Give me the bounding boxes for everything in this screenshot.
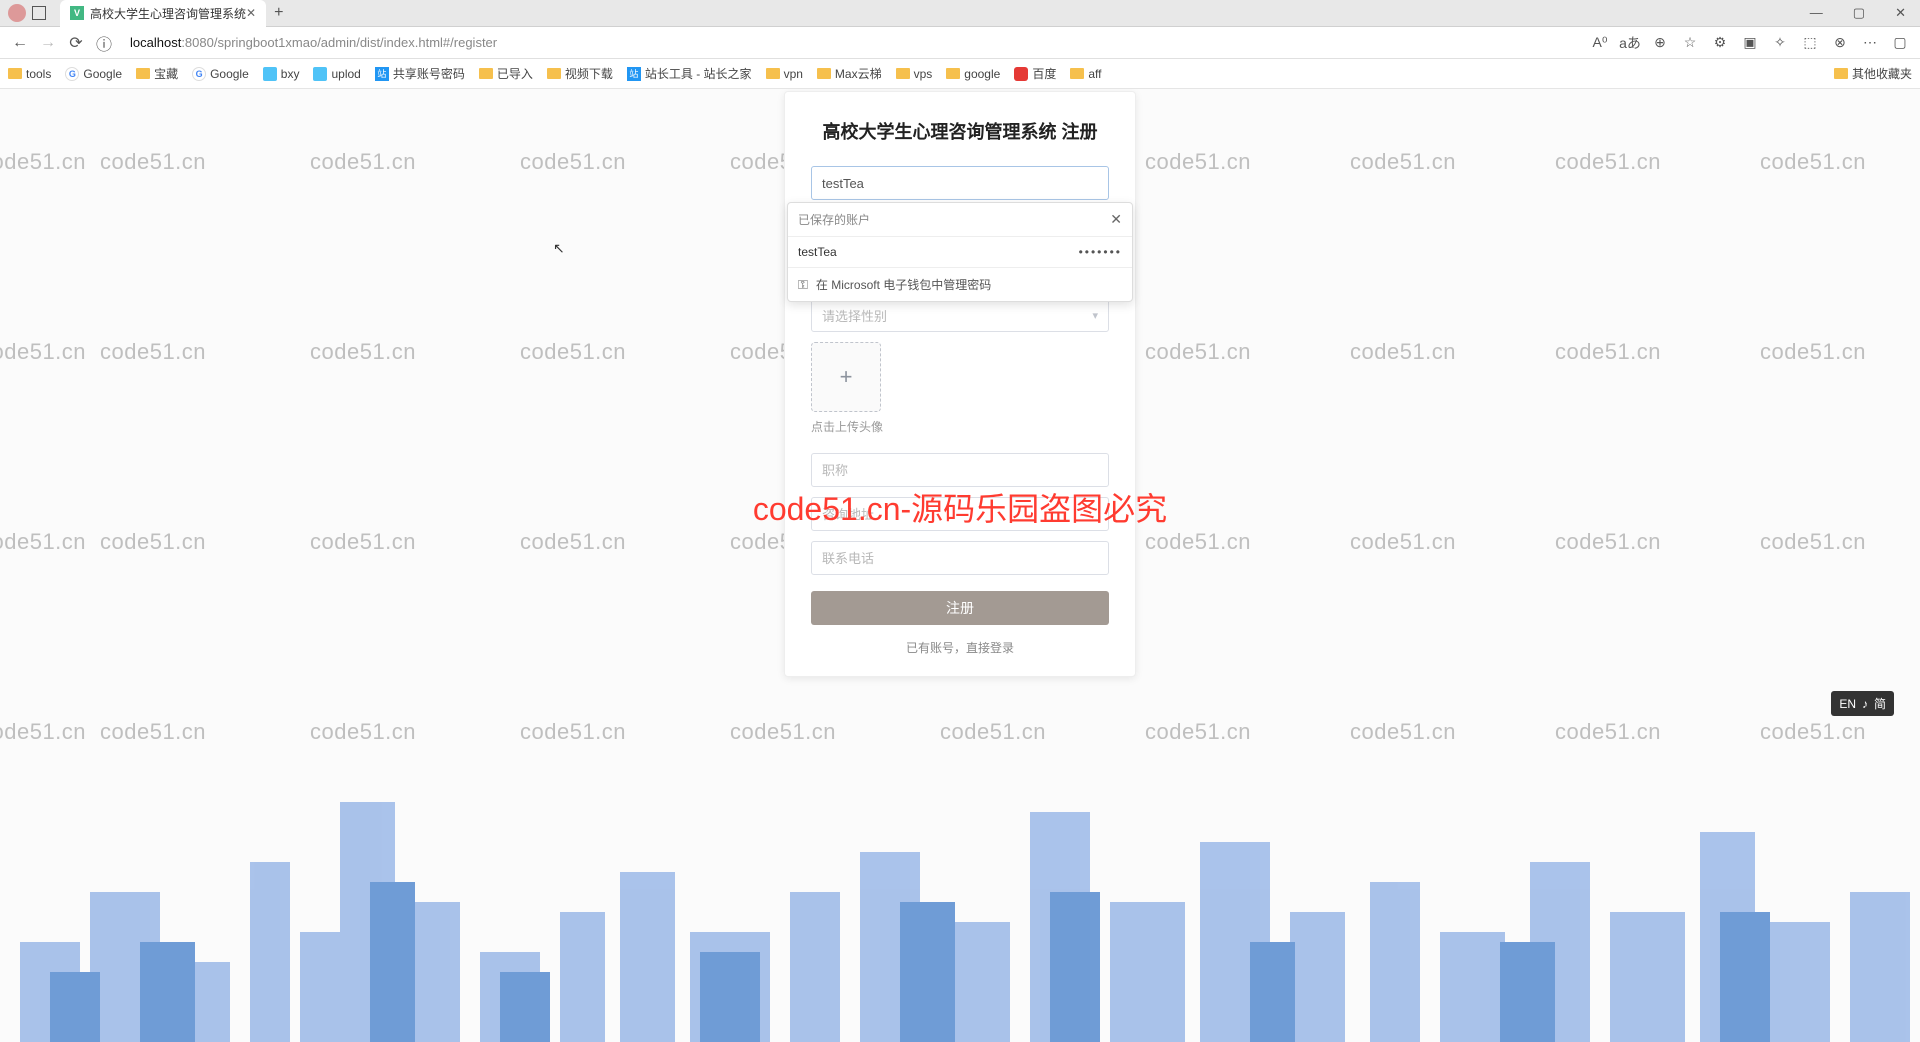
upload-hint: 点击上传头像 [811,418,1109,435]
bookmark-item[interactable]: 站站长工具 - 站长之家 [627,65,752,82]
bookmarks-overflow[interactable]: 其他收藏夹 [1834,65,1912,82]
extensions-icon[interactable]: ⚙ [1708,31,1732,55]
titlebar: V 高校大学生心理咨询管理系统 ✕ + — ▢ ✕ [0,0,1920,27]
browser-tab[interactable]: V 高校大学生心理咨询管理系统 ✕ [60,0,266,27]
jt-icon: 站 [375,67,389,81]
forward-button[interactable]: → [36,31,60,55]
folder-icon [547,68,561,79]
autofill-header: 已保存的账户 [798,211,870,228]
page-content: code51.cncode51.cncode51.cncode51.cncode… [0,89,1920,1042]
folder-icon [1834,68,1848,79]
bookmark-item[interactable]: 百度 [1014,65,1056,82]
folder-icon [1070,68,1084,79]
gender-select[interactable]: 请选择性别 ▾ [811,298,1109,332]
folder-icon [136,68,150,79]
collections-icon[interactable]: ▣ [1738,31,1762,55]
bookmarks-bar: tools GGoogle 宝藏 GGoogle bxy uplod 站共享账号密码已导入视… [0,59,1920,89]
bookmark-item[interactable]: google [946,67,1000,81]
tab-title: 高校大学生心理咨询管理系统 [90,5,246,22]
address-input[interactable] [811,497,1109,531]
bxy-icon [313,67,327,81]
url-display[interactable]: localhost:8080/springboot1xmao/admin/dis… [130,35,497,50]
vue-favicon-icon: V [70,6,84,20]
reading-list-icon[interactable]: ⬚ [1798,31,1822,55]
folder-icon [817,68,831,79]
folder-icon [946,68,960,79]
bookmark-item[interactable]: 站共享账号密码 [375,65,465,82]
avatar-upload[interactable]: + [811,342,881,412]
bookmark-item[interactable]: GGoogle [192,67,249,81]
bookmark-item[interactable]: GGoogle [65,67,122,81]
chevron-down-icon: ▾ [1092,309,1098,322]
username-input[interactable] [811,166,1109,200]
bookmark-item[interactable]: 视频下载 [547,65,613,82]
window-close-button[interactable]: ✕ [1889,3,1912,23]
folder-icon [8,68,22,79]
plus-icon: + [840,364,853,390]
favorites-bar-icon[interactable]: ✧ [1768,31,1792,55]
favorite-icon[interactable]: ☆ [1678,31,1702,55]
bookmark-item[interactable]: Max云梯 [817,65,882,82]
refresh-button[interactable]: ⟳ [64,31,88,55]
bookmark-item[interactable]: tools [8,67,51,81]
window-maximize-button[interactable]: ▢ [1847,3,1871,23]
close-tab-icon[interactable]: ✕ [246,6,256,20]
card-title: 高校大学生心理咨询管理系统 注册 [811,118,1109,144]
bookmark-item[interactable]: 宝藏 [136,65,178,82]
profile-avatar-icon[interactable] [8,4,26,22]
login-link[interactable]: 已有账号，直接登录 [811,639,1109,656]
city-skyline-graphic [0,742,1920,1042]
translate-icon[interactable]: aあ [1618,31,1642,55]
ime-indicator[interactable]: EN ♪ 简 [1831,691,1894,716]
site-info-icon[interactable]: ⓘ [92,31,116,55]
bookmark-item[interactable]: aff [1070,67,1101,81]
workspace-icon[interactable] [32,6,46,20]
bxy-icon [263,67,277,81]
address-bar: ← → ⟳ ⓘ localhost:8080/springboot1xmao/a… [0,27,1920,59]
zoom-icon[interactable]: ⊕ [1648,31,1672,55]
performance-icon[interactable]: ⊗ [1828,31,1852,55]
google-icon: G [192,67,206,81]
folder-icon [896,68,910,79]
autofill-credential-item[interactable]: testTea ••••••• [788,237,1132,267]
bookmark-item[interactable]: vps [896,67,933,81]
cursor-icon: ↖ [553,240,565,257]
bear-icon [1014,67,1028,81]
window-minimize-button[interactable]: — [1804,3,1829,23]
menu-icon[interactable]: ⋯ [1858,31,1882,55]
bookmark-item[interactable]: 已导入 [479,65,533,82]
back-button[interactable]: ← [8,31,32,55]
phone-input[interactable] [811,541,1109,575]
bookmark-item[interactable]: vpn [766,67,803,81]
autofill-popup: 已保存的账户 ✕ testTea ••••••• ⚿ 在 Microsoft 电… [787,202,1133,302]
jt-icon: 站 [627,67,641,81]
text-size-icon[interactable]: A⁰ [1588,31,1612,55]
google-icon: G [65,67,79,81]
job-title-input[interactable] [811,453,1109,487]
register-card: 高校大学生心理咨询管理系统 注册 请选择性别 ▾ + 点击上传头像 注册 已有账… [784,91,1136,677]
bookmark-item[interactable]: uplod [313,67,360,81]
folder-icon [479,68,493,79]
register-button[interactable]: 注册 [811,591,1109,625]
new-tab-button[interactable]: + [274,4,283,22]
folder-icon [766,68,780,79]
sidebar-icon[interactable]: ▢ [1888,31,1912,55]
bookmark-item[interactable]: bxy [263,67,300,81]
key-icon: ⚿ [798,277,808,293]
autofill-close-icon[interactable]: ✕ [1110,211,1122,228]
autofill-manage-link[interactable]: ⚿ 在 Microsoft 电子钱包中管理密码 [788,267,1132,301]
